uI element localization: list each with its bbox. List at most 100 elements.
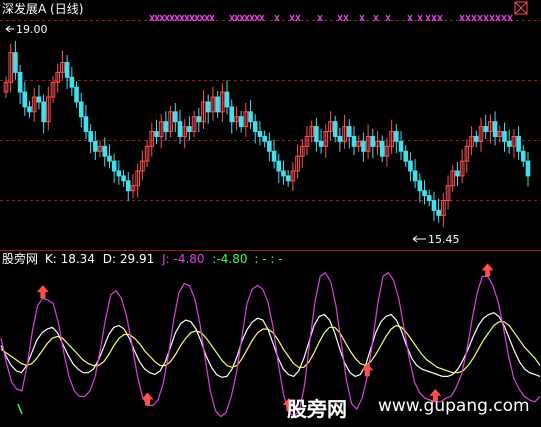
candle-body — [271, 150, 277, 162]
candle-body — [455, 170, 460, 177]
d-label: D: — [102, 252, 117, 266]
signal-mark — [169, 14, 175, 22]
signal-mark — [199, 14, 205, 22]
candle-body — [13, 52, 18, 73]
candlestick-series — [3, 40, 531, 228]
candle-body — [379, 140, 385, 157]
buy-arrow — [481, 263, 494, 277]
signal-mark — [295, 14, 301, 22]
signal-mark — [373, 14, 379, 22]
buy-arrow — [36, 285, 49, 299]
candle-body — [78, 101, 84, 118]
buy-arrow — [361, 363, 374, 377]
candle-body — [83, 116, 89, 133]
candle-body — [314, 126, 319, 142]
candle-body — [93, 140, 98, 152]
chart-settings-icon[interactable] — [514, 1, 528, 15]
candle-body — [285, 175, 291, 182]
candle-body — [116, 170, 122, 177]
candle-body — [502, 131, 507, 142]
candle-body — [177, 121, 183, 137]
candle-body — [172, 111, 178, 123]
chart-title-group: 深发展A (日线) — [2, 3, 83, 16]
candle-body — [422, 190, 427, 197]
extra-value: :-4.80 — [212, 252, 248, 266]
watermark-cn: 股旁网 — [287, 397, 347, 421]
candle-body — [351, 135, 357, 147]
candle-body — [436, 209, 441, 216]
signal-mark — [337, 14, 343, 22]
low-marker — [412, 235, 426, 243]
candle-body — [27, 106, 32, 113]
candle-body — [121, 175, 126, 182]
candle-body — [107, 155, 112, 162]
d-value: 29.91 — [119, 252, 155, 266]
candle-body — [196, 116, 202, 123]
candle-body — [36, 96, 42, 103]
candle-body — [431, 200, 437, 211]
period-label: (日线) — [50, 2, 84, 16]
candle-body — [17, 71, 23, 93]
stock-title: 深发展A — [2, 2, 47, 16]
signal-mark — [194, 14, 200, 22]
candle-body — [483, 126, 488, 133]
candle-body — [525, 160, 531, 177]
watermark-url: www.gupang.com — [378, 396, 530, 416]
kdj-line-d — [0, 321, 541, 374]
candle-body — [215, 96, 220, 113]
candle-body — [408, 160, 413, 172]
candle-body — [412, 170, 418, 182]
high-marker — [5, 25, 14, 33]
candle-body — [187, 126, 192, 133]
candle-body — [64, 62, 70, 78]
candle-body — [238, 116, 244, 128]
kdj-line-j — [0, 271, 541, 418]
candle-body — [417, 180, 423, 192]
stock-chart — [0, 1, 541, 418]
high-price-label: 19.00 — [16, 23, 48, 36]
candle-body — [398, 140, 404, 152]
green-signal-mark — [17, 403, 23, 415]
signal-mark — [289, 14, 295, 22]
signal-mark — [164, 14, 170, 22]
candle-body — [361, 140, 366, 152]
candle-body — [426, 195, 432, 202]
candle-body — [267, 140, 272, 152]
candle-body — [346, 126, 352, 137]
candle-body — [318, 140, 324, 147]
candle-body — [506, 140, 512, 147]
candle-body — [69, 76, 75, 88]
candle-body — [41, 101, 46, 123]
signal-mark — [254, 14, 260, 22]
candle-body — [281, 170, 286, 177]
j-value: -4.80 — [173, 252, 205, 266]
grid-lines — [0, 20, 541, 251]
candle-body — [257, 131, 263, 137]
candle-body — [520, 150, 526, 162]
candle-body — [154, 131, 159, 137]
candle-body — [403, 150, 409, 162]
candle-body — [473, 135, 479, 142]
candle-body — [276, 160, 282, 172]
candle-body — [102, 145, 108, 157]
candle-body — [337, 135, 343, 142]
candle-body — [88, 131, 93, 142]
candle-body — [205, 101, 211, 113]
kdj-lines — [0, 271, 541, 418]
j-label: J: — [162, 252, 170, 266]
buy-arrow — [141, 392, 154, 406]
candle-body — [248, 111, 253, 123]
candle-body — [370, 135, 376, 147]
candle-body — [516, 135, 521, 152]
k-label: K: — [44, 252, 57, 266]
signal-mark — [229, 14, 235, 22]
signal-mark — [385, 14, 391, 22]
low-price-label: 15.45 — [428, 233, 460, 246]
kdj-line-k — [0, 312, 541, 378]
signal-mark — [259, 14, 265, 22]
candle-body — [394, 131, 399, 142]
k-value: 18.34 — [60, 252, 95, 266]
candle-body — [229, 106, 235, 123]
candle-body — [262, 135, 267, 142]
candle-body — [111, 160, 117, 172]
